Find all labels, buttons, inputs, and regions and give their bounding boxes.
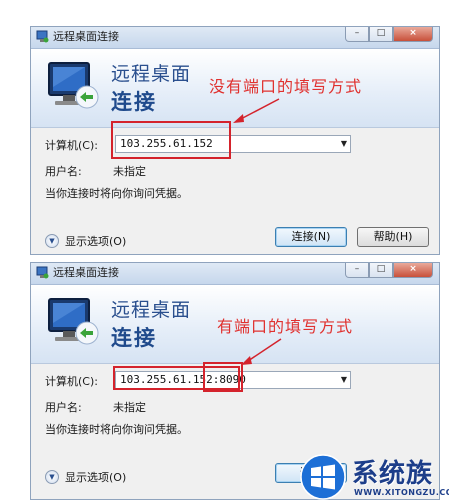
watermark-brand: 系统族 — [352, 459, 434, 489]
annotation-arrow — [233, 98, 280, 123]
site-watermark: 系统族 WWW.XITONGZU.COM — [300, 452, 449, 503]
watermark-url: WWW.XITONGZU.COM — [354, 488, 449, 497]
remote-desktop-dialog-top: 远程桌面连接 – □ × 远程桌面 连接 没有端口的填写方式 计算机(C): 1… — [30, 26, 440, 255]
windows-logo-icon — [300, 454, 346, 500]
